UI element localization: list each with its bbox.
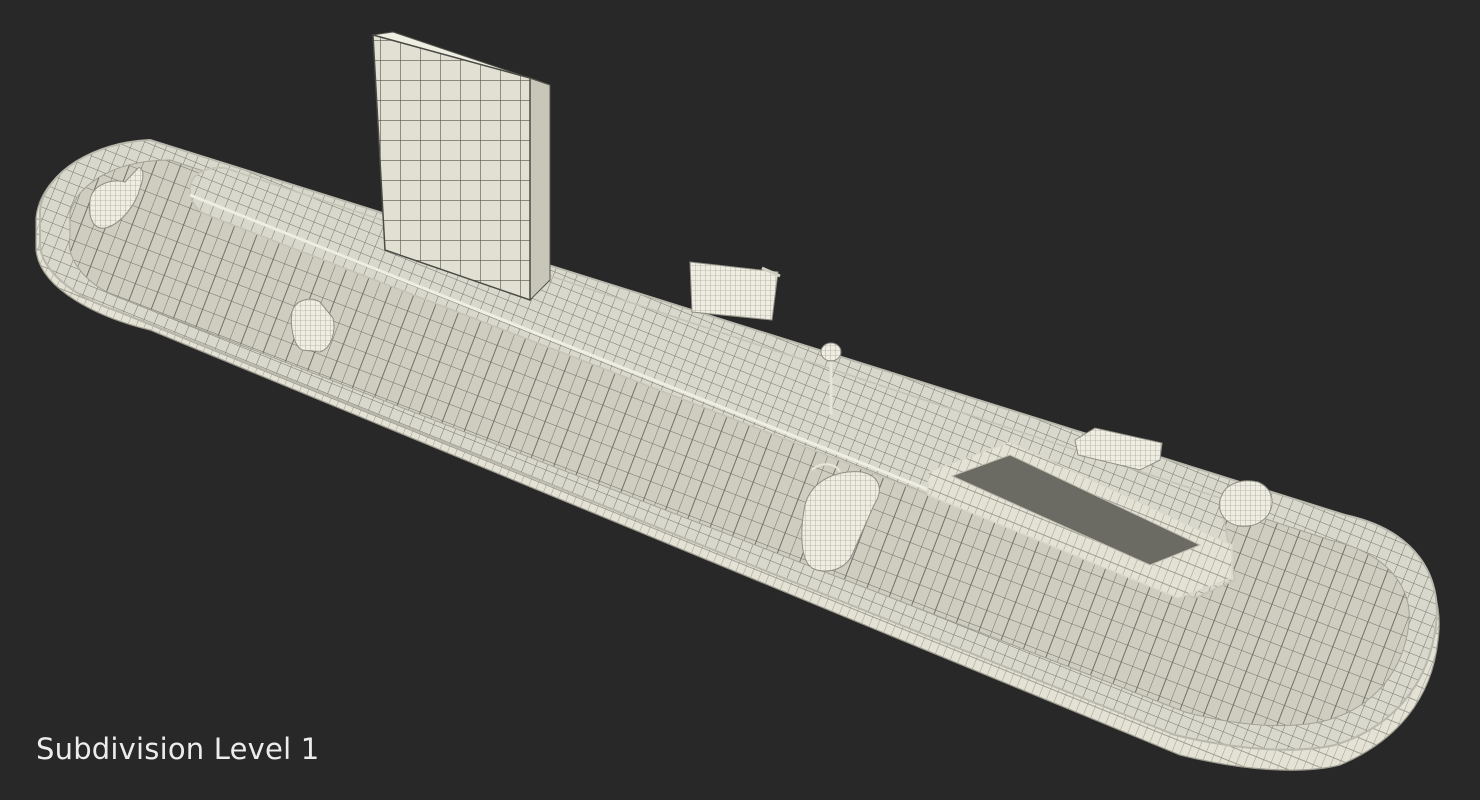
baggage-carousel-wireframe (35, 31, 1440, 771)
luggage-bag-far-right (1218, 480, 1273, 527)
beacon-light (820, 342, 842, 362)
sign-board-side (529, 77, 551, 302)
render-viewport: Subdivision Level 1 (0, 0, 1480, 800)
conveyor-belt-surface (68, 159, 1410, 727)
subdivision-level-caption: Subdivision Level 1 (36, 732, 320, 766)
luggage-suitcase-center (689, 261, 781, 321)
